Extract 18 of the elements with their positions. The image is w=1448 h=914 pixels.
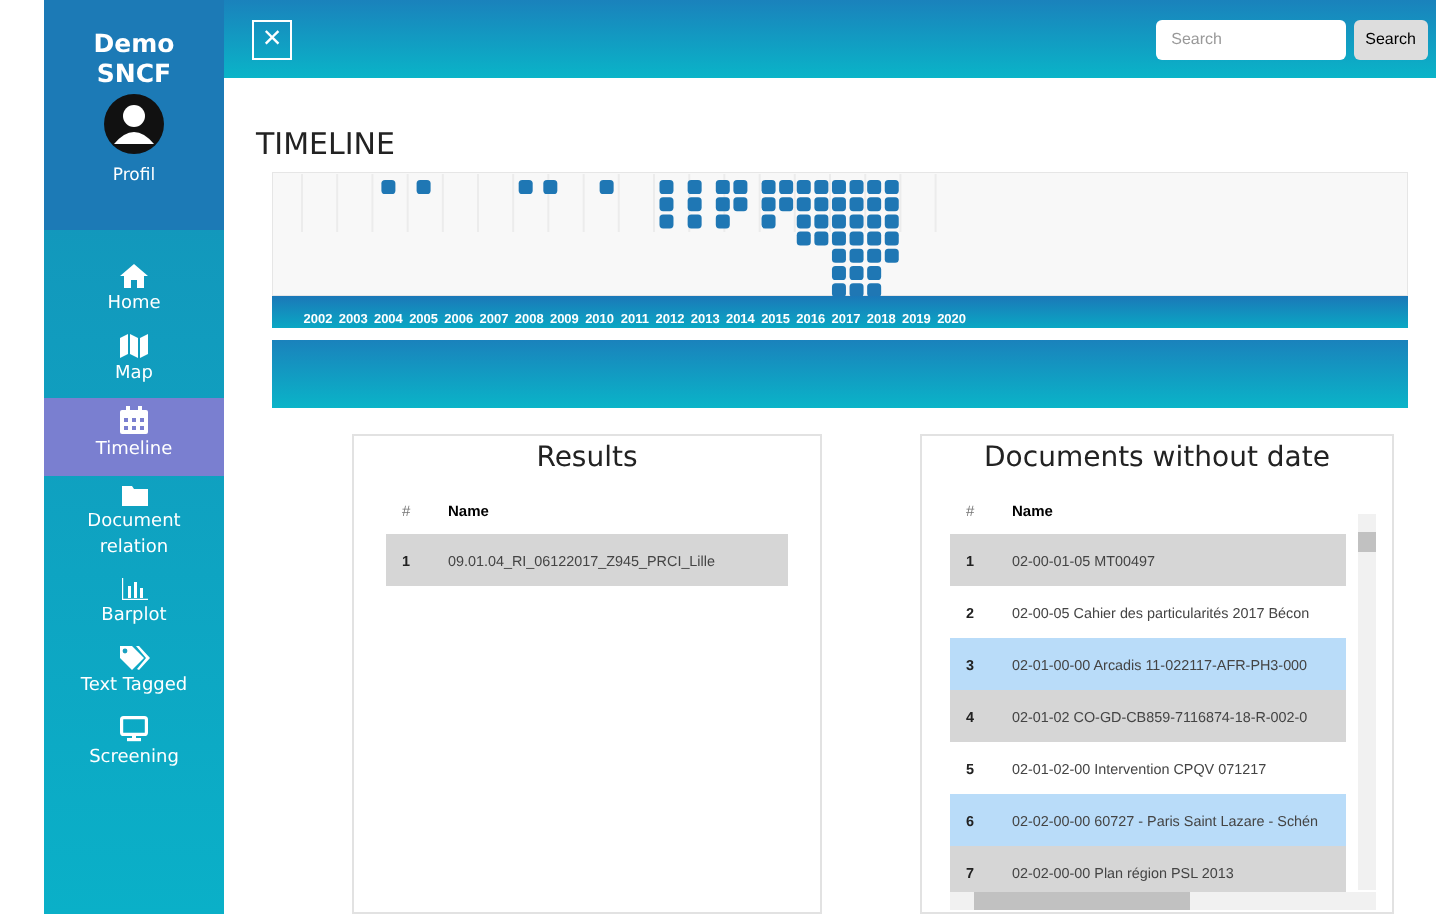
tag-icon: [119, 646, 149, 670]
avatar-icon[interactable]: [104, 94, 164, 154]
panel-title: Documents without date: [982, 442, 1332, 474]
page-title: TIMELINE: [256, 126, 397, 162]
map-icon: [120, 334, 148, 358]
panel-title: Results: [534, 442, 640, 474]
search-field[interactable]: Search: [1155, 19, 1346, 59]
bar-chart-icon: [121, 578, 147, 600]
folder-icon: [121, 486, 147, 506]
nav-item[interactable]: Timeline: [44, 398, 224, 476]
profile-link[interactable]: Profil: [112, 166, 156, 186]
calendar-icon: [120, 406, 148, 434]
home-icon: [120, 264, 148, 288]
brand-title: Demo SNCF: [91, 28, 177, 88]
vertical-scrollbar[interactable]: [1358, 514, 1376, 890]
horizontal-scrollbar[interactable]: [950, 892, 1376, 910]
monitor-icon: [120, 716, 148, 742]
search-button[interactable]: Search: [1353, 19, 1428, 59]
